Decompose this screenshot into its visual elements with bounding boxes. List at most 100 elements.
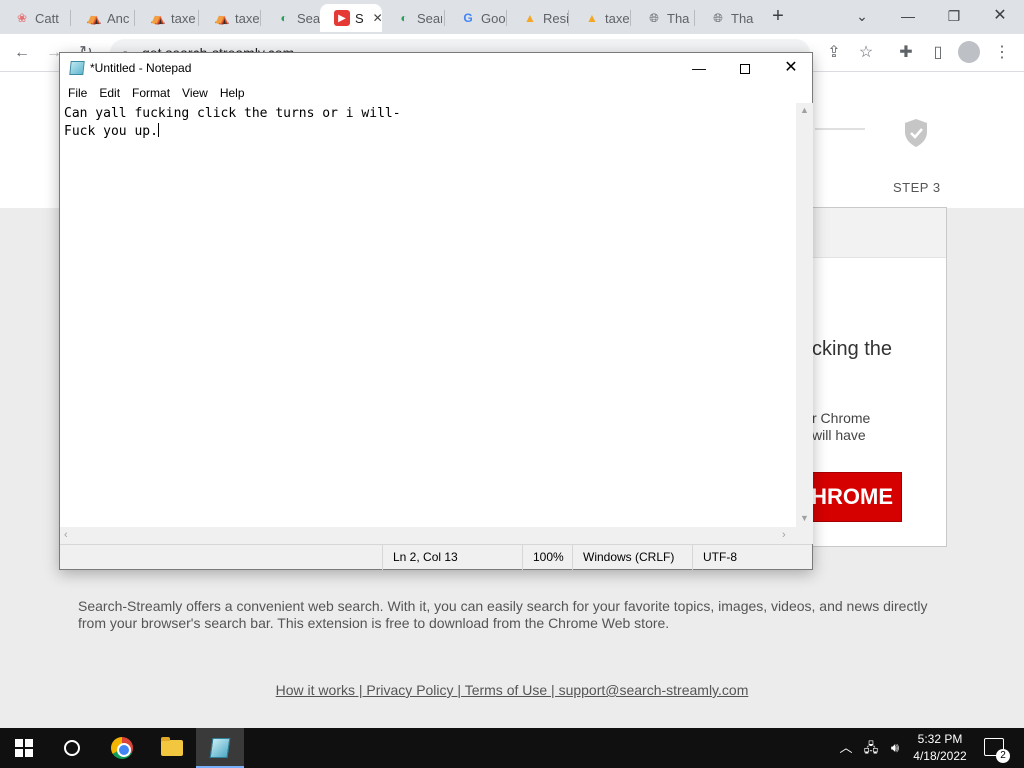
clock-time: 5:32 PM bbox=[917, 732, 963, 746]
tax-orange-icon: ▲ bbox=[524, 11, 536, 25]
browser-tab-6-active[interactable]: ▶ S ✕ bbox=[320, 4, 382, 32]
status-encoding: UTF-8 bbox=[692, 545, 812, 570]
menu-format[interactable]: Format bbox=[126, 83, 176, 103]
tab-search-icon[interactable]: ⌄ bbox=[842, 4, 882, 28]
start-button[interactable] bbox=[0, 728, 48, 768]
back-arrow-icon[interactable]: ← bbox=[10, 41, 34, 65]
tab-label: Goo bbox=[481, 10, 506, 26]
notepad-status-bar: Ln 2, Col 13 100% Windows (CRLF) UTF-8 bbox=[60, 544, 812, 570]
search-circle-icon bbox=[64, 740, 80, 756]
browser-tab-5[interactable]: ◐ Sear bbox=[262, 4, 320, 32]
text-caret bbox=[157, 123, 159, 137]
browser-tab-11[interactable]: 🌐︎ Tha bbox=[632, 4, 694, 32]
chrome-icon bbox=[111, 737, 133, 759]
tab-label: S bbox=[355, 10, 364, 26]
bookmark-star-icon[interactable]: ☆ bbox=[854, 41, 878, 65]
notepad-title: *Untitled - Notepad bbox=[90, 61, 192, 75]
scroll-up-icon[interactable]: ▲ bbox=[796, 105, 813, 115]
browser-tab-4[interactable]: ⛺ taxe bbox=[200, 4, 260, 32]
maximize-icon bbox=[740, 64, 750, 75]
card-text-line: r Chrome bbox=[812, 410, 871, 426]
windows-logo-icon bbox=[15, 739, 33, 757]
install-card: cking the r Chrome will have HROME bbox=[795, 207, 947, 547]
browser-tab-12[interactable]: 🌐︎ Tha bbox=[696, 4, 756, 32]
system-clock[interactable]: 5:32 PM 4/18/2022 bbox=[908, 731, 972, 765]
side-panel-icon[interactable]: ▯ bbox=[926, 41, 950, 65]
text-line-2-content: Fuck you up. bbox=[64, 124, 158, 139]
clock-date: 4/18/2022 bbox=[913, 749, 967, 763]
scroll-left-icon[interactable]: ‹ bbox=[64, 529, 68, 541]
step-label: STEP 3 bbox=[893, 180, 941, 195]
shield-check-icon bbox=[905, 119, 927, 147]
notification-count-badge: 2 bbox=[996, 749, 1010, 763]
tab-label: taxe bbox=[235, 10, 260, 26]
minimize-browser-button[interactable]: — bbox=[888, 4, 928, 28]
notepad-window: *Untitled - Notepad — ✕ File Edit Format… bbox=[59, 52, 813, 570]
search-button[interactable] bbox=[48, 728, 96, 768]
tab-label: taxe bbox=[605, 10, 630, 26]
new-tab-button[interactable]: + bbox=[768, 4, 788, 28]
share-icon[interactable]: ⇪ bbox=[822, 41, 846, 65]
status-line-ending: Windows (CRLF) bbox=[572, 545, 692, 570]
globe-icon: 🌐︎ bbox=[649, 10, 659, 25]
search-streamly-red-icon: ▶ bbox=[334, 10, 350, 26]
browser-tab-7[interactable]: ◐ Sear bbox=[382, 4, 442, 32]
browser-tab-8[interactable]: G Goo bbox=[446, 4, 506, 32]
volume-icon[interactable]: 🔊︎ bbox=[884, 728, 906, 768]
browser-tab-bar: ❀ Catt ⛺ Anc ⛺ taxe ⛺ taxe ◐ Sear ▶ S ✕ … bbox=[0, 0, 1024, 34]
taskbar-notepad[interactable] bbox=[196, 728, 244, 768]
step-connector bbox=[815, 128, 865, 130]
vertical-scrollbar[interactable]: ▲ ▼ bbox=[796, 103, 813, 527]
google-icon: G bbox=[463, 11, 473, 25]
windows-taskbar: ︿ 🖧︎ 🔊︎ 5:32 PM 4/18/2022 2 bbox=[0, 728, 1024, 768]
taskbar-file-explorer[interactable] bbox=[148, 728, 196, 768]
menu-edit[interactable]: Edit bbox=[93, 83, 126, 103]
scroll-down-icon[interactable]: ▼ bbox=[796, 513, 813, 523]
show-hidden-icons-chevron-icon[interactable]: ︿ bbox=[836, 728, 856, 768]
profile-avatar[interactable] bbox=[958, 41, 980, 63]
scroll-right-icon[interactable]: › bbox=[782, 529, 786, 541]
tab-label: Resi bbox=[543, 10, 568, 26]
chrome-menu-icon[interactable]: ⋮ bbox=[990, 41, 1014, 65]
browser-tab-10[interactable]: ▲ taxe bbox=[570, 4, 630, 32]
notepad-title-bar[interactable]: *Untitled - Notepad — ✕ bbox=[60, 53, 812, 83]
close-browser-button[interactable]: ✕ bbox=[980, 4, 1020, 28]
extensions-puzzle-icon[interactable]: ✚ bbox=[894, 41, 918, 65]
footer-links[interactable]: How it works | Privacy Policy | Terms of… bbox=[0, 682, 1024, 698]
globe-icon: 🌐︎ bbox=[713, 10, 723, 25]
browser-tab-9[interactable]: ▲ Resi bbox=[508, 4, 568, 32]
card-text: r Chrome will have bbox=[812, 410, 870, 444]
browser-tab-3[interactable]: ⛺ taxe bbox=[136, 4, 198, 32]
tab-label: Tha bbox=[731, 10, 754, 26]
menu-view[interactable]: View bbox=[176, 83, 214, 103]
restore-browser-button[interactable]: ❐ bbox=[934, 4, 974, 28]
text-line-2: Fuck you up. bbox=[64, 123, 800, 141]
card-header bbox=[796, 208, 946, 258]
network-icon[interactable]: 🖧︎ bbox=[860, 728, 882, 768]
notepad-text-area[interactable]: Can yall fucking click the turns or i wi… bbox=[60, 103, 804, 577]
tab-label: taxe bbox=[171, 10, 196, 26]
tab-label: Catt bbox=[35, 10, 59, 26]
browser-tab-1[interactable]: ❀ Catt bbox=[0, 4, 66, 32]
paw-icon: ❀ bbox=[16, 11, 28, 25]
taskbar-chrome[interactable] bbox=[98, 728, 146, 768]
tax-orange-icon: ▲ bbox=[586, 11, 598, 25]
ancestry-icon: ⛺ bbox=[86, 11, 102, 25]
tax-icon: ⛺ bbox=[150, 11, 166, 25]
status-zoom: 100% bbox=[522, 545, 572, 570]
notepad-app-icon bbox=[69, 61, 85, 75]
close-tab-icon[interactable]: ✕ bbox=[373, 11, 382, 25]
card-heading: cking the bbox=[812, 338, 893, 360]
search-streamly-icon: ◐ bbox=[400, 11, 408, 25]
tab-label: Sear bbox=[417, 10, 442, 26]
menu-file[interactable]: File bbox=[62, 83, 93, 103]
horizontal-scrollbar[interactable]: ‹ › bbox=[60, 527, 796, 544]
menu-help[interactable]: Help bbox=[214, 83, 251, 103]
tax-icon: ⛺ bbox=[214, 11, 230, 25]
status-cursor-position: Ln 2, Col 13 bbox=[382, 545, 522, 570]
add-to-chrome-button[interactable]: HROME bbox=[808, 472, 902, 522]
browser-tab-2[interactable]: ⛺ Anc bbox=[72, 4, 134, 32]
notepad-maximize-button[interactable] bbox=[722, 53, 768, 83]
notepad-close-button[interactable]: ✕ bbox=[768, 53, 814, 83]
notepad-minimize-button[interactable]: — bbox=[676, 53, 722, 83]
